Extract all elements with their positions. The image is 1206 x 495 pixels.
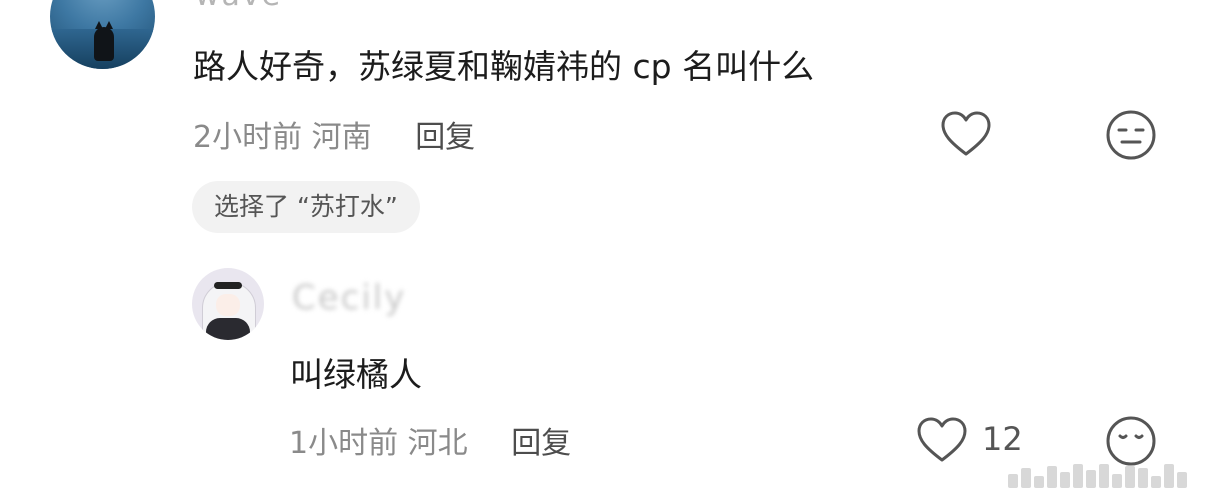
selected-option-chip[interactable]: 选择了 “苏打水”: [192, 181, 420, 233]
emoji-face-icon[interactable]: [1104, 414, 1158, 468]
reply-avatar[interactable]: [192, 268, 264, 340]
avatar-sunglasses: [214, 282, 242, 289]
comment-time: 2小时前: [193, 120, 303, 155]
avatar-face: [216, 294, 240, 316]
reply-reply-button[interactable]: 回复: [511, 426, 571, 461]
reply-meta: 1小时前 河北 回复: [289, 418, 571, 462]
like-count: 12: [982, 420, 1023, 458]
reply-username[interactable]: Cecily: [292, 278, 406, 318]
comment-text: 路人好奇，苏绿夏和鞠婧祎的 cp 名叫什么: [193, 47, 815, 86]
heart-icon[interactable]: [940, 110, 992, 158]
comment-location: 河南: [311, 120, 372, 155]
avatar-body: [206, 318, 250, 340]
avatar[interactable]: [50, 0, 155, 69]
reply-time: 1小时前: [289, 426, 399, 461]
reply-button[interactable]: 回复: [415, 120, 475, 155]
watermark: [1008, 462, 1198, 488]
cat-silhouette: [94, 21, 114, 61]
comment-username[interactable]: wave: [195, 0, 282, 13]
reply-text: 叫绿橘人: [290, 355, 422, 394]
reply-location: 河北: [407, 426, 468, 461]
emoji-face-icon[interactable]: [1104, 108, 1158, 162]
heart-icon[interactable]: [916, 416, 968, 464]
comment-meta: 2小时前 河南 回复: [193, 112, 475, 156]
